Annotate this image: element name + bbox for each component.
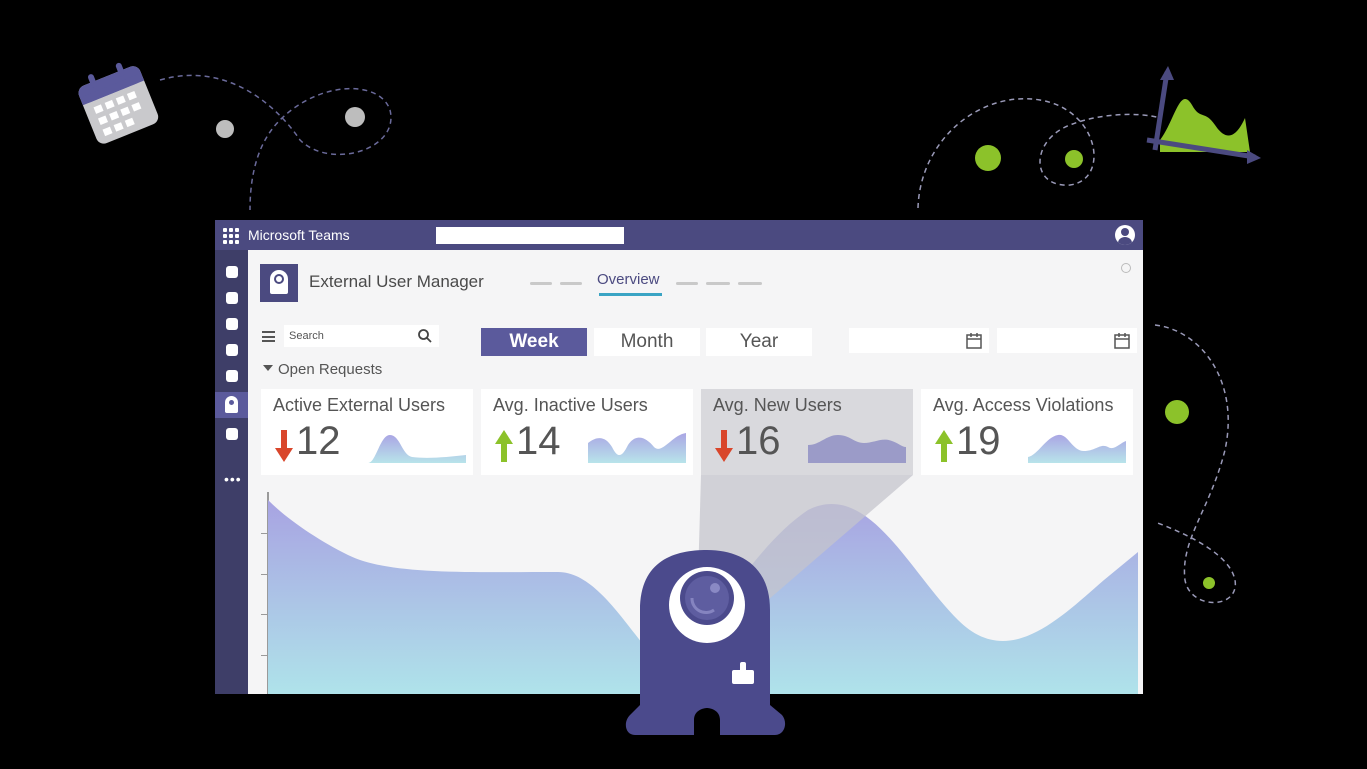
kpi-label: Active External Users (273, 395, 446, 415)
kpi-sparkline (808, 435, 906, 463)
app-mascot-icon (225, 396, 238, 413)
rail-item-7[interactable] (226, 428, 238, 440)
open-requests-toggle[interactable]: Open Requests (263, 361, 382, 378)
status-circle-icon[interactable] (1121, 263, 1131, 273)
kpi-value: 16 (736, 419, 781, 463)
kpi-value: 14 (516, 419, 561, 463)
app-logo (260, 264, 298, 302)
calendar-icon[interactable] (1114, 332, 1130, 349)
tab-placeholder[interactable] (530, 282, 552, 285)
tab-placeholder[interactable] (676, 282, 698, 285)
kpi-value: 19 (956, 419, 1001, 463)
range-month-button[interactable]: Month (594, 328, 700, 356)
range-week-button[interactable]: Week (481, 328, 587, 356)
kpi-card-active-external-users[interactable]: Active External Users 12 (261, 389, 473, 475)
kpi-card-avg-inactive-users[interactable]: Avg. Inactive Users 14 (481, 389, 693, 475)
tab-placeholder[interactable] (738, 282, 762, 285)
mascot-illustration (625, 550, 786, 735)
rail-item-5[interactable] (226, 370, 238, 382)
start-date-field[interactable] (849, 328, 989, 353)
kpi-label: Avg. Inactive Users (493, 395, 648, 415)
rail-item-external-user-manager[interactable] (215, 392, 248, 418)
calendar-icon[interactable] (966, 332, 982, 349)
tab-placeholder[interactable] (706, 282, 730, 285)
kpi-card-avg-access-violations[interactable]: Avg. Access Violations 19 (921, 389, 1133, 475)
active-tab-indicator (599, 293, 662, 296)
kpi-card-avg-new-users[interactable]: Avg. New Users 16 (701, 389, 913, 475)
rail-item-1[interactable] (226, 266, 238, 278)
chart-y-tick (261, 655, 268, 656)
end-date-field[interactable] (997, 328, 1137, 353)
rail-item-4[interactable] (226, 344, 238, 356)
area-chart-icon (1146, 66, 1261, 164)
search-input[interactable] (289, 328, 409, 344)
app-title: Microsoft Teams (248, 227, 350, 243)
profile-icon[interactable] (1115, 225, 1135, 245)
more-apps-icon[interactable]: ••• (224, 472, 242, 486)
kpi-label: Avg. Access Violations (933, 395, 1114, 415)
search-icon[interactable] (417, 328, 433, 344)
waffle-icon[interactable] (223, 228, 239, 244)
arrow-down-icon (275, 430, 293, 462)
rail-item-3[interactable] (226, 318, 238, 330)
rail-item-2[interactable] (226, 292, 238, 304)
hamburger-menu-icon[interactable] (262, 331, 275, 342)
arrow-down-icon (715, 430, 733, 462)
title-bar: Microsoft Teams (215, 220, 1143, 250)
arrow-up-icon (935, 430, 953, 462)
search-field[interactable] (284, 325, 439, 347)
global-search-bar[interactable] (436, 227, 624, 244)
tab-placeholder[interactable] (560, 282, 582, 285)
kpi-label: Avg. New Users (713, 395, 842, 415)
arrow-up-icon (495, 430, 513, 462)
app-rail: ••• (215, 250, 248, 694)
chart-y-tick (261, 614, 268, 615)
calendar-icon (78, 62, 159, 144)
caret-down-icon (263, 365, 273, 372)
app-name: External User Manager (309, 272, 484, 291)
kpi-sparkline (588, 433, 686, 463)
section-label: Open Requests (278, 361, 383, 378)
chart-y-tick (261, 574, 268, 575)
kpi-value: 12 (296, 419, 341, 463)
kpi-sparkline (368, 435, 466, 463)
tab-overview[interactable]: Overview (597, 271, 660, 288)
chart-y-tick (261, 533, 268, 534)
kpi-sparkline (1028, 434, 1126, 463)
range-year-button[interactable]: Year (706, 328, 812, 356)
